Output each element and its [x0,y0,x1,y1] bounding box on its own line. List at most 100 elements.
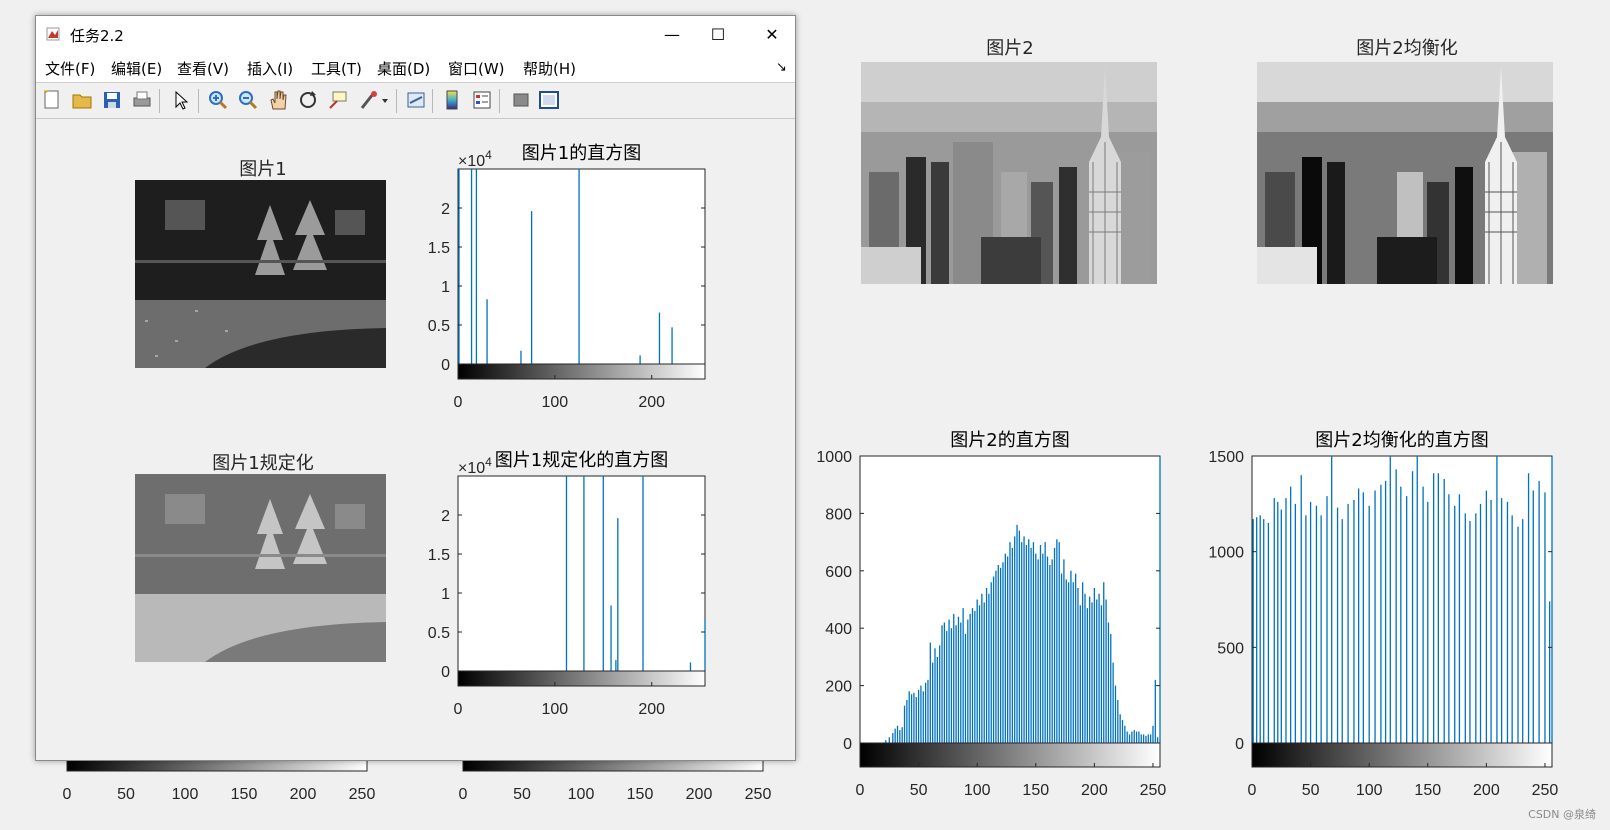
print-icon[interactable] [131,89,153,111]
x-tick-label: 200 [1473,782,1500,799]
title-bar[interactable]: 任务2.2 — ☐ ✕ [36,16,795,52]
select-arrow-icon[interactable] [170,89,192,111]
img2-title: 图片2 [986,38,1034,59]
y-tick-label: 0 [1235,736,1244,753]
menu-file[interactable]: 文件(F) [45,58,95,79]
x-tick-label: 100 [964,782,991,799]
y-tick-label: 0.5 [428,625,450,642]
hide-plot-tools-icon[interactable] [510,89,532,111]
toolbar-separator [198,89,199,113]
x-tick-label: 200 [638,394,665,411]
gray-colorbar [457,670,706,687]
svg-text:50: 50 [513,786,531,803]
hist2eq-axes: 0 500 1000 1500 0 50 100 150 200 250 图片2均衡化的直方图 [1208,430,1559,799]
chart-title: 图片1规定化的直方图 [495,450,668,471]
svg-text:100: 100 [172,786,199,803]
x-tick-label: 250 [1140,782,1167,799]
x-tick-label: 0 [1248,782,1257,799]
zoom-out-icon[interactable] [237,89,259,111]
img2-image [861,62,1157,284]
x-tick-label: 200 [638,701,665,718]
y-tick-label: 0 [441,357,450,374]
maximize-button[interactable]: ☐ [695,16,741,52]
y-tick-label: 1.5 [428,547,450,564]
plot-area [457,475,706,672]
show-plot-tools-icon[interactable] [538,89,560,111]
save-icon[interactable] [101,89,123,111]
toolbar-separator [396,89,397,113]
x-tick-label: 50 [1302,782,1320,799]
x-tick-label: 200 [1081,782,1108,799]
y-tick-label: 1000 [1208,545,1244,562]
menu-help[interactable]: 帮助(H) [523,58,576,79]
img2-eq-image [1257,62,1553,284]
svg-text:250: 250 [349,786,376,803]
menu-tools[interactable]: 工具(T) [311,58,362,79]
colorbar-icon[interactable] [441,89,463,111]
x-tick-label: 50 [910,782,928,799]
x-tick-label: 100 [1356,782,1383,799]
chart-title: 图片2的直方图 [950,430,1069,451]
svg-text:50: 50 [117,786,135,803]
toolbar-separator [499,89,500,113]
svg-text:150: 150 [627,786,654,803]
zoom-in-icon[interactable] [207,89,229,111]
y-tick-label: 800 [825,506,852,523]
rotate-3d-icon[interactable] [297,89,319,111]
y-tick-label: 1.5 [428,240,450,257]
new-figure-icon[interactable] [41,89,63,111]
menu-edit[interactable]: 编辑(E) [111,58,162,79]
matlab-logo-icon [46,27,60,41]
img1-title: 图片1 [239,159,287,180]
x-tick-label: 150 [1414,782,1441,799]
menu-window[interactable]: 窗口(W) [448,58,505,79]
minimize-button[interactable]: — [649,16,695,52]
hist2-axes: 0 200 400 600 800 1000 0 50 100 150 200 250 图片2的直方图 [816,430,1167,799]
dock-icon[interactable]: ↘ [776,60,787,75]
y-tick-label: 2 [441,201,450,218]
svg-text:100: 100 [568,786,595,803]
brush-icon[interactable] [357,89,379,111]
plot-area [457,168,706,365]
menu-view[interactable]: 查看(V) [177,58,229,79]
brush-dropdown-icon[interactable] [380,89,390,111]
y-exponent-label: ×104 [458,455,492,477]
y-tick-label: 0.5 [428,318,450,335]
menu-desktop[interactable]: 桌面(D) [377,58,430,79]
svg-text:0: 0 [63,786,72,803]
menu-insert[interactable]: 插入(I) [247,58,293,79]
toolbar-separator [159,89,160,113]
img1-spec-title: 图片1规定化 [212,453,314,474]
x-tick-label: 0 [454,394,463,411]
pan-hand-icon[interactable] [267,89,289,111]
open-file-icon[interactable] [71,89,93,111]
hist1-axes: 0 0.5 1 1.5 2 ×104 0 100 200 图片1的直方图 [428,143,706,411]
img1-image [135,180,386,368]
link-plot-icon[interactable] [405,89,427,111]
data-cursor-icon[interactable] [327,89,349,111]
x-tick-label: 100 [542,394,569,411]
x-tick-label: 250 [1532,782,1559,799]
y-tick-label: 0 [441,664,450,681]
gray-colorbar [859,742,1161,768]
svg-text:0: 0 [459,786,468,803]
matlab-figure-window[interactable]: 任务2.2 — ☐ ✕ 文件(F) 编辑(E) 查看(V) 插入(I) 工具(T… [35,15,796,761]
img1-spec-image [135,474,386,662]
watermark: CSDN @泉绮 [1528,808,1596,821]
y-tick-label: 400 [825,621,852,638]
x-tick-label: 150 [1022,782,1049,799]
close-button[interactable]: ✕ [749,16,795,52]
legend-icon[interactable] [471,89,493,111]
x-tick-label: 0 [454,701,463,718]
chart-title: 图片1的直方图 [522,143,641,164]
figure-toolbar [36,83,795,119]
menu-bar: 文件(F) 编辑(E) 查看(V) 插入(I) 工具(T) 桌面(D) 窗口(W… [36,52,795,83]
y-tick-label: 1000 [816,449,852,466]
y-tick-label: 2 [441,508,450,525]
gray-colorbar [1251,742,1553,768]
x-tick-label: 0 [856,782,865,799]
svg-text:200: 200 [686,786,713,803]
window-title: 任务2.2 [70,27,124,45]
y-tick-label: 600 [825,564,852,581]
y-tick-label: 1500 [1208,449,1244,466]
